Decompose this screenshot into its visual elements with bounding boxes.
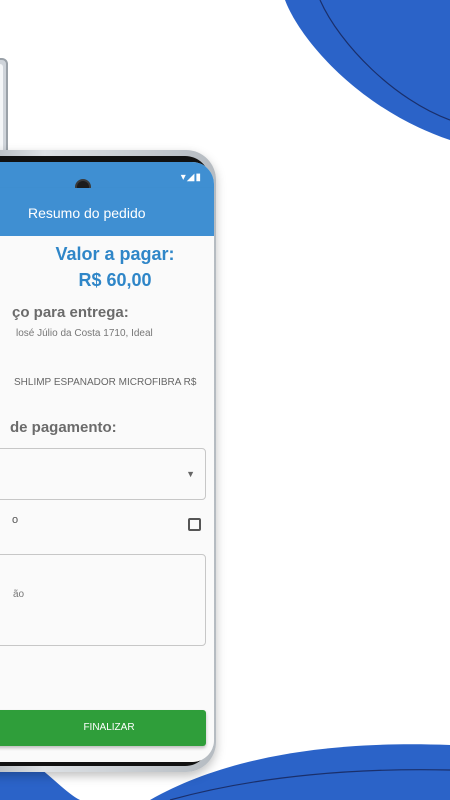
product-line: SHLIMP ESPANADOR MICROFIBRA R$ [14, 377, 197, 388]
background-phone-screen [0, 64, 3, 162]
phone-bezel: ▾◢▮ Resumo do pedido Valor a pagar: R$ 6… [0, 156, 214, 766]
payment-method-select[interactable]: ▼ [0, 448, 206, 500]
payment-heading: de pagamento: [10, 419, 117, 436]
amount-label: Valor a pagar: [55, 244, 175, 264]
amount-value: R$ 60,00 [78, 270, 152, 290]
order-summary-content: Valor a pagar: R$ 60,00 ço para entrega:… [0, 236, 214, 762]
promo-stage: ▾◢▮ Resumo do pedido Valor a pagar: R$ 6… [0, 0, 450, 800]
status-bar: ▾◢▮ [0, 162, 214, 188]
observation-field[interactable]: ão [0, 554, 206, 646]
finalize-button[interactable]: FINALIZAR [0, 710, 206, 746]
status-icons: ▾◢▮ [180, 172, 202, 183]
app-bar: Resumo do pedido [0, 188, 214, 236]
dropdown-arrow-icon: ▼ [186, 469, 195, 479]
address-text: losé Júlio da Costa 1710, Ideal [16, 328, 153, 339]
address-heading: ço para entrega: [12, 304, 129, 321]
page-title: Resumo do pedido [28, 205, 146, 221]
top-wave [285, 0, 450, 140]
observation-placeholder: ão [13, 589, 25, 600]
option-checkbox[interactable] [188, 518, 201, 531]
checkbox-label: o [12, 514, 19, 526]
phone-mockup: ▾◢▮ Resumo do pedido Valor a pagar: R$ 6… [0, 150, 216, 772]
phone-screen: ▾◢▮ Resumo do pedido Valor a pagar: R$ 6… [0, 162, 214, 762]
